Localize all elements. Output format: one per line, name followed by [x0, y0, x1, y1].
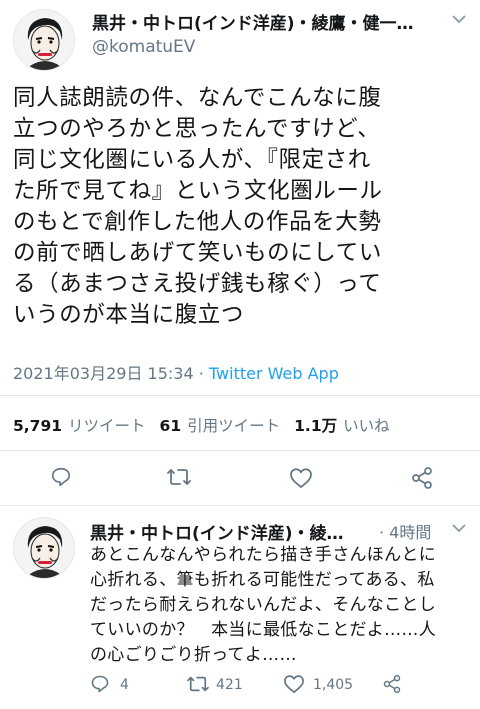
retweet-icon[interactable] [186, 674, 210, 694]
tweet-source[interactable]: Twitter Web App [209, 364, 339, 383]
retweets-label[interactable]: リツイート [68, 417, 146, 435]
likes-label[interactable]: いいね [343, 417, 390, 435]
chevron-down-icon[interactable] [452, 523, 466, 533]
divider [0, 505, 480, 506]
tweet-line: た所で見てね』という文化圏ルール [13, 178, 383, 204]
reply-like-count: 1,405 [313, 677, 354, 693]
tweet-line: 立つのやろかと思ったんですけど、 [13, 116, 381, 142]
reply-retweet-count: 421 [216, 677, 243, 693]
tweet-line: 同じ文化圏にいる人が、『限定され [13, 147, 371, 173]
share-icon[interactable] [382, 674, 402, 694]
tweet-stats: 5,791 リツイート 61 引用ツイート 1.1万 いいね [13, 414, 404, 436]
reply-time[interactable]: · 4時間 [379, 519, 431, 543]
reply-line: 心折れる、筆も折れる可能性だってある、私 [90, 570, 435, 590]
tweet-line: る（あまつさえ投げ銭も稼ぐ）って [13, 271, 382, 297]
tweet-line: いうのが本当に腹立つ [13, 302, 245, 328]
reply-line: の心ごりごり折ってよ…… [90, 645, 297, 665]
retweet-icon[interactable] [166, 466, 192, 488]
reply-text: あとこんなんやられたら描き手さんほんとに 心折れる、筆も折れる可能性だってある、… [90, 543, 475, 668]
retweets-count[interactable]: 5,791 [13, 417, 62, 435]
divider [0, 395, 480, 396]
reply-icon[interactable] [90, 674, 110, 694]
tweet-line: のもとで創作した他人の作品を大勢 [13, 209, 382, 235]
share-icon[interactable] [410, 466, 434, 490]
tweet-timestamp[interactable]: 2021年03月29日 15:34 · [13, 364, 209, 383]
reply-line: だったら耐えられないんだよ、そんなことし [90, 595, 436, 615]
reply-line: ていいのか？ 本当に最低なことだよ……人 [90, 620, 436, 640]
reply-author-avatar[interactable] [13, 517, 75, 579]
tweet-text: 同人誌朗読の件、なんでこんなに腹 立つのやろかと思ったんですけど、 同じ文化圏に… [13, 83, 473, 331]
quotes-label[interactable]: 引用ツイート [187, 417, 280, 435]
chevron-down-icon[interactable] [452, 14, 466, 24]
like-icon[interactable] [289, 467, 313, 489]
reply-author-name[interactable]: 黒井・中トロ(インド洋産)・綾… [90, 519, 375, 544]
reply-icon[interactable] [50, 466, 72, 488]
reply-line: あとこんなんやられたら描き手さんほんとに [90, 545, 436, 565]
tweet-line: の前で晒しあげて笑いものにしてい [13, 240, 382, 266]
author-handle[interactable]: @komatuEV [92, 37, 195, 57]
tweet-meta: 2021年03月29日 15:34 · Twitter Web App [13, 360, 339, 384]
tweet-line: 同人誌朗読の件、なんでこんなに腹 [13, 85, 382, 111]
author-name[interactable]: 黒井・中トロ(インド洋産)・綾鷹・健一… [92, 9, 427, 34]
reply-reply-count: 4 [120, 677, 129, 693]
like-icon[interactable] [283, 674, 305, 694]
author-avatar[interactable] [13, 9, 75, 71]
divider [0, 450, 480, 451]
likes-count[interactable]: 1.1万 [294, 417, 337, 435]
quotes-count[interactable]: 61 [160, 417, 182, 435]
